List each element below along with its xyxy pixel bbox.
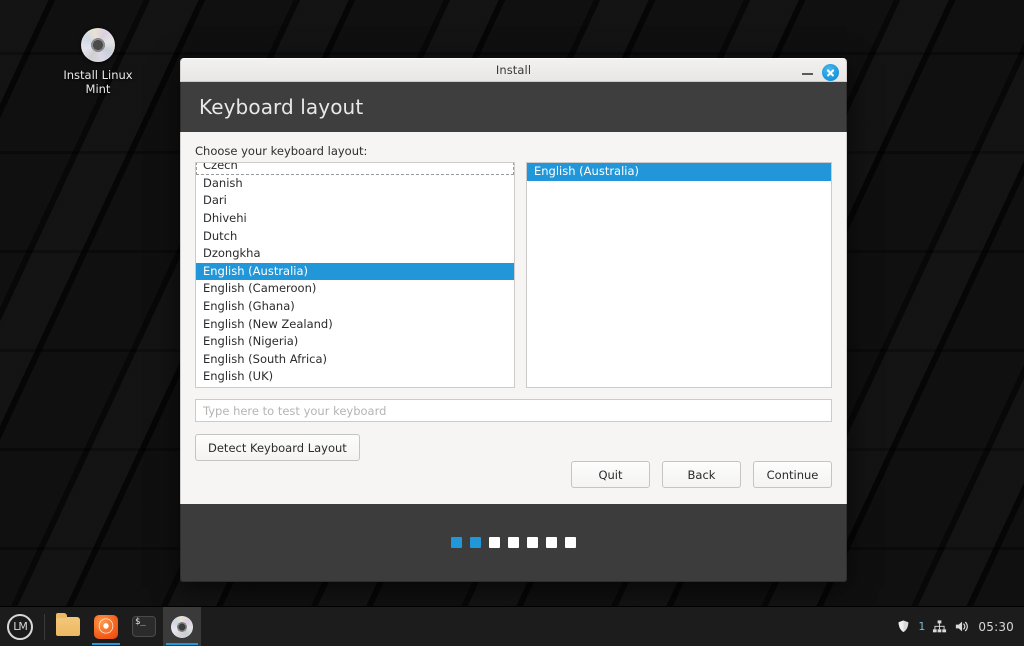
keyboard-test-input[interactable] bbox=[195, 399, 832, 423]
list-item[interactable]: Dari bbox=[196, 192, 514, 210]
clock[interactable]: 05:30 bbox=[978, 620, 1014, 634]
page-content: Choose your keyboard layout: Czech Danish… bbox=[180, 132, 847, 505]
quit-button[interactable]: Quit bbox=[571, 461, 650, 489]
progress-dot bbox=[565, 537, 576, 549]
close-icon[interactable] bbox=[822, 63, 839, 81]
back-button[interactable]: Back bbox=[662, 461, 741, 489]
list-item[interactable]: English (UK) bbox=[196, 368, 514, 386]
choose-layout-label: Choose your keyboard layout: bbox=[195, 144, 368, 159]
update-count: 1 bbox=[918, 620, 926, 633]
progress-dot bbox=[546, 537, 557, 549]
detect-keyboard-layout-button[interactable]: Detect Keyboard Layout bbox=[195, 434, 360, 462]
list-item[interactable]: English (Ghana) bbox=[196, 298, 514, 316]
keyboard-layout-list-items: Czech Danish Dari Dhivehi Dutch Dzongkha Engli… bbox=[196, 163, 514, 386]
volume-icon[interactable] bbox=[954, 619, 969, 634]
keyboard-layout-list[interactable]: Czech Danish Dari Dhivehi Dutch Dzongkha Engli… bbox=[195, 162, 515, 389]
mint-menu-icon[interactable]: LM bbox=[0, 607, 40, 646]
list-item[interactable]: Dutch bbox=[196, 228, 514, 246]
installer-disc-glyph bbox=[171, 615, 193, 638]
list-item[interactable]: English (South Africa) bbox=[196, 351, 514, 369]
network-icon[interactable] bbox=[932, 619, 947, 634]
taskbar-launchers: LM ⦿ $_ bbox=[0, 606, 201, 646]
list-item[interactable]: English (Australia) bbox=[527, 163, 831, 181]
folder-glyph bbox=[56, 613, 80, 636]
update-shield-icon[interactable] bbox=[896, 619, 911, 634]
firefox-glyph: ⦿ bbox=[94, 614, 118, 639]
progress-dot bbox=[527, 537, 538, 549]
list-item[interactable]: English (Australia) bbox=[196, 262, 514, 281]
action-buttons: Quit Back Continue bbox=[195, 461, 832, 489]
terminal-icon[interactable]: $_ bbox=[125, 607, 163, 646]
list-item[interactable]: English (New Zealand) bbox=[196, 316, 514, 334]
desktop[interactable]: Install Linux Mint Install Keyboard layo… bbox=[0, 0, 1024, 646]
desktop-icon-install-linux-mint[interactable]: Install Linux Mint bbox=[52, 28, 144, 96]
mint-menu-label: LM bbox=[7, 613, 33, 640]
progress-dot bbox=[489, 537, 500, 549]
progress-dot bbox=[508, 537, 519, 549]
desktop-icon-label: Install Linux Mint bbox=[63, 68, 133, 96]
window-controls bbox=[802, 59, 839, 85]
taskbar-separator bbox=[44, 613, 45, 640]
minimize-icon[interactable] bbox=[802, 67, 813, 78]
list-item[interactable]: English (Nigeria) bbox=[196, 333, 514, 351]
list-item[interactable]: Dhivehi bbox=[196, 210, 514, 228]
list-item[interactable]: English (Cameroon) bbox=[196, 280, 514, 298]
page-header: Keyboard layout bbox=[180, 81, 847, 133]
files-icon[interactable] bbox=[49, 607, 87, 646]
progress-dot bbox=[470, 537, 481, 549]
keyboard-variant-list-items: English (Australia) bbox=[527, 163, 831, 181]
firefox-icon[interactable]: ⦿ bbox=[87, 607, 125, 646]
progress-footer bbox=[180, 504, 847, 582]
list-item[interactable]: Czech bbox=[196, 163, 514, 175]
installer-window: Install Keyboard layout Choose your keyb… bbox=[180, 58, 847, 582]
page-title: Keyboard layout bbox=[199, 95, 364, 120]
system-tray: 1 05:30 bbox=[896, 619, 1024, 634]
continue-button[interactable]: Continue bbox=[753, 461, 832, 489]
taskbar: LM ⦿ $_ 1 05:30 bbox=[0, 606, 1024, 646]
disc-icon bbox=[81, 28, 115, 62]
keyboard-variant-list[interactable]: English (Australia) bbox=[526, 162, 832, 389]
layout-selection-row: Czech Danish Dari Dhivehi Dutch Dzongkha Engli… bbox=[195, 162, 832, 389]
progress-dot bbox=[451, 537, 462, 549]
list-item[interactable]: Danish bbox=[196, 175, 514, 193]
window-title: Install bbox=[495, 62, 532, 77]
terminal-glyph: $_ bbox=[132, 616, 156, 637]
window-titlebar[interactable]: Install bbox=[180, 58, 847, 82]
list-item[interactable]: Dzongkha bbox=[196, 245, 514, 263]
installer-icon[interactable] bbox=[163, 606, 201, 646]
